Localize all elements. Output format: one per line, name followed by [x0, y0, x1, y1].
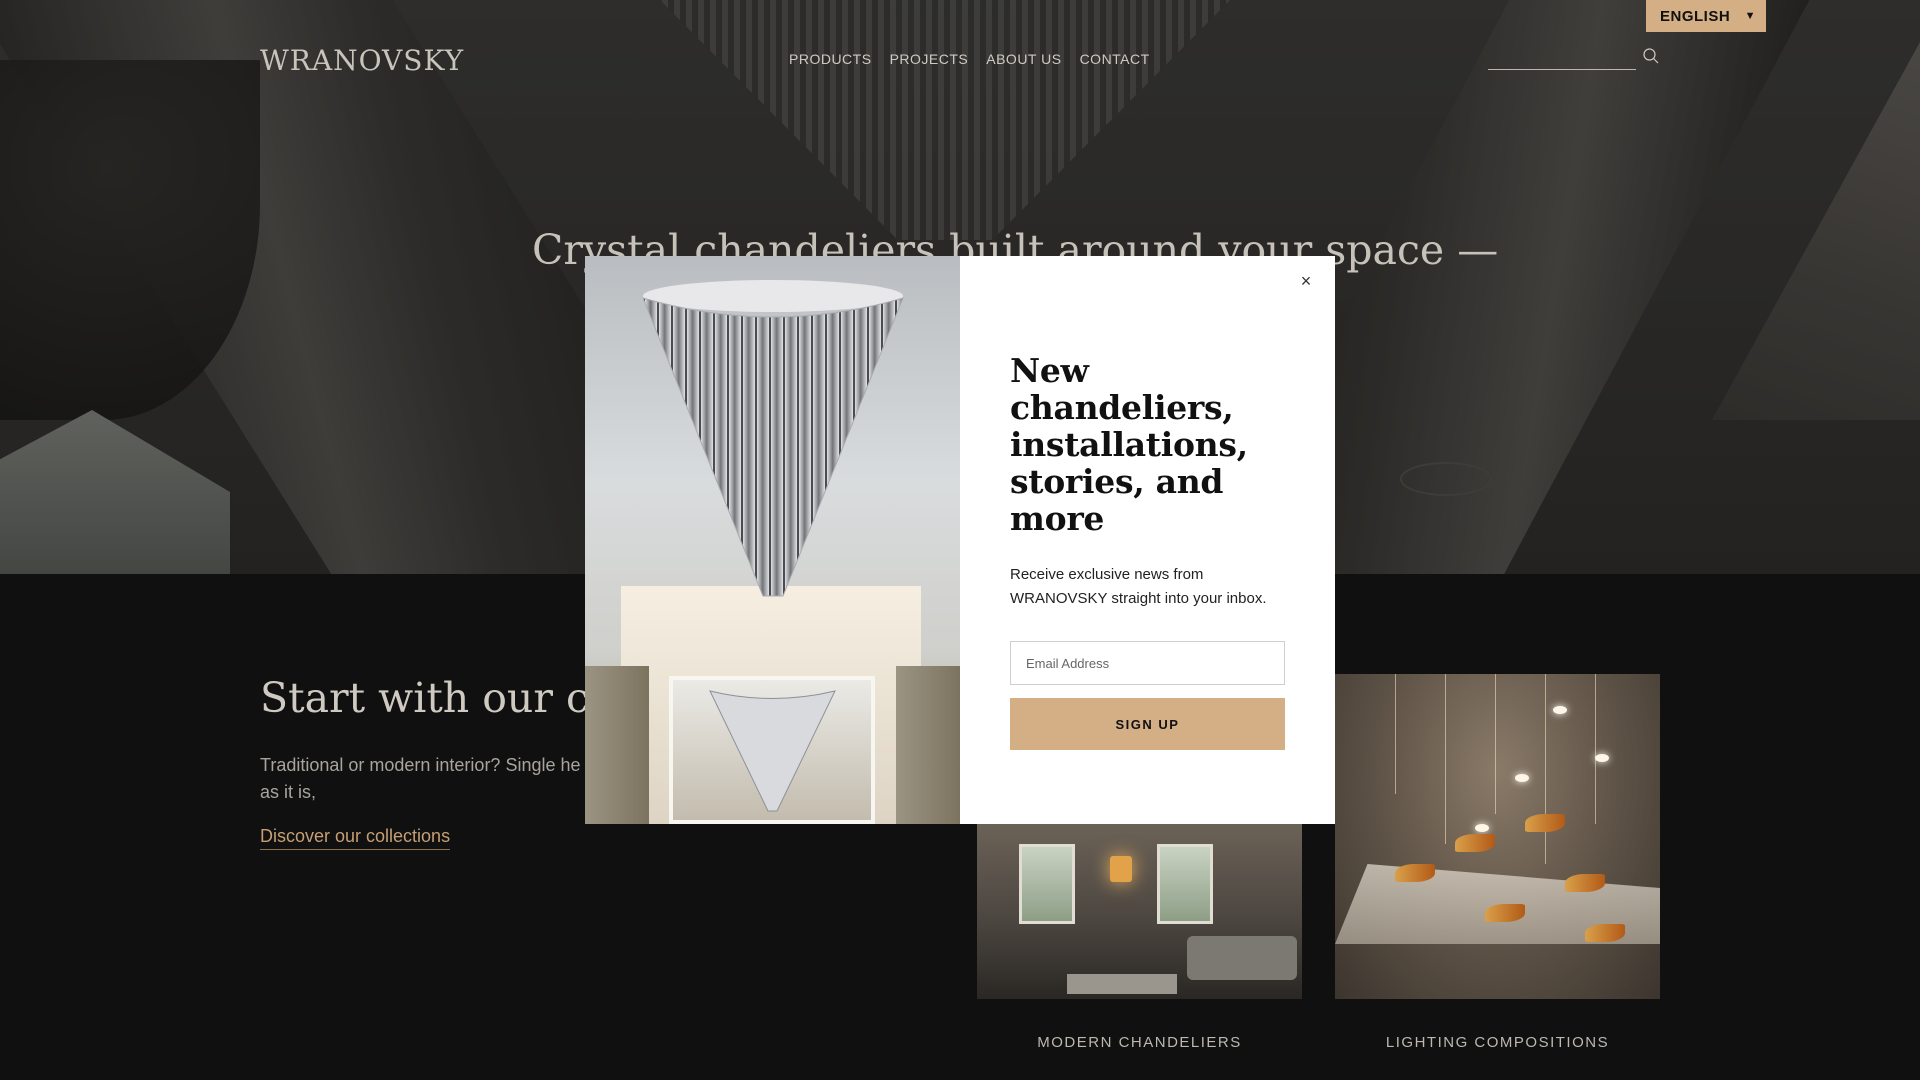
nav-item-about-us[interactable]: ABOUT US	[986, 51, 1061, 67]
chevron-down-icon: ▼	[1744, 10, 1756, 22]
modal-chandelier-image	[585, 256, 960, 824]
card-label-modern-chandeliers[interactable]: MODERN CHANDELIERS	[977, 1034, 1302, 1051]
coffee-table	[1067, 974, 1177, 994]
ceiling-spotlight	[1475, 824, 1489, 832]
language-select-value: ENGLISH	[1660, 7, 1731, 25]
newsletter-modal: × New chandeliers, installations, storie…	[585, 256, 1335, 824]
chandelier-reflection-graphic	[709, 690, 836, 812]
light-strand	[1395, 674, 1396, 794]
search-input[interactable]	[1488, 46, 1636, 68]
nav-item-products[interactable]: PRODUCTS	[789, 51, 872, 67]
light-strand	[1595, 674, 1596, 824]
discover-collections-link[interactable]: Discover our collections	[260, 826, 451, 850]
nav-item-contact[interactable]: CONTACT	[1080, 51, 1150, 67]
card-label-lighting-compositions[interactable]: LIGHTING COMPOSITIONS	[1335, 1034, 1660, 1051]
light-strand	[1445, 674, 1446, 844]
glass-leaf	[1485, 904, 1525, 922]
sofa	[1187, 936, 1297, 980]
lighting-compositions-image[interactable]	[1335, 674, 1660, 999]
search-icon[interactable]	[1642, 47, 1660, 65]
brand-logo[interactable]: WRANOVSKY	[260, 44, 464, 77]
close-icon[interactable]: ×	[1295, 270, 1317, 292]
modern-chandeliers-image[interactable]	[977, 824, 1302, 999]
wall-panel-right	[896, 666, 960, 824]
glass-leaf	[1525, 814, 1565, 832]
nav-item-projects[interactable]: PROJECTS	[890, 51, 969, 67]
glass-leaf	[1585, 924, 1625, 942]
ceiling-spotlight	[1515, 774, 1529, 782]
email-field[interactable]	[1010, 641, 1285, 685]
modal-description: Receive exclusive news from WRANOVSKY st…	[1010, 566, 1267, 607]
glass-leaf	[1565, 874, 1605, 892]
main-nav: PRODUCTS PROJECTS ABOUT US CONTACT	[789, 51, 1168, 67]
wall-lamp	[1110, 856, 1132, 882]
light-strand	[1545, 674, 1546, 864]
light-strand	[1495, 674, 1496, 814]
language-select[interactable]: ENGLISH ▼	[1646, 0, 1766, 32]
sign-up-button[interactable]: SIGN UP	[1010, 698, 1285, 750]
modal-title: New chandeliers, installations, stories,…	[1010, 351, 1248, 538]
room-window	[1157, 844, 1213, 924]
search-underline	[1488, 69, 1636, 70]
crystal-chandelier-graphic	[642, 280, 904, 597]
ceiling-spotlight	[1553, 706, 1567, 714]
modal-body: × New chandeliers, installations, storie…	[960, 256, 1335, 824]
glass-leaf	[1455, 834, 1495, 852]
ceiling-spotlight	[1595, 754, 1609, 762]
glass-leaf	[1395, 864, 1435, 882]
wall-panel-left	[585, 666, 649, 824]
room-window	[1019, 844, 1075, 924]
collections-title: Start with our col	[260, 674, 627, 722]
